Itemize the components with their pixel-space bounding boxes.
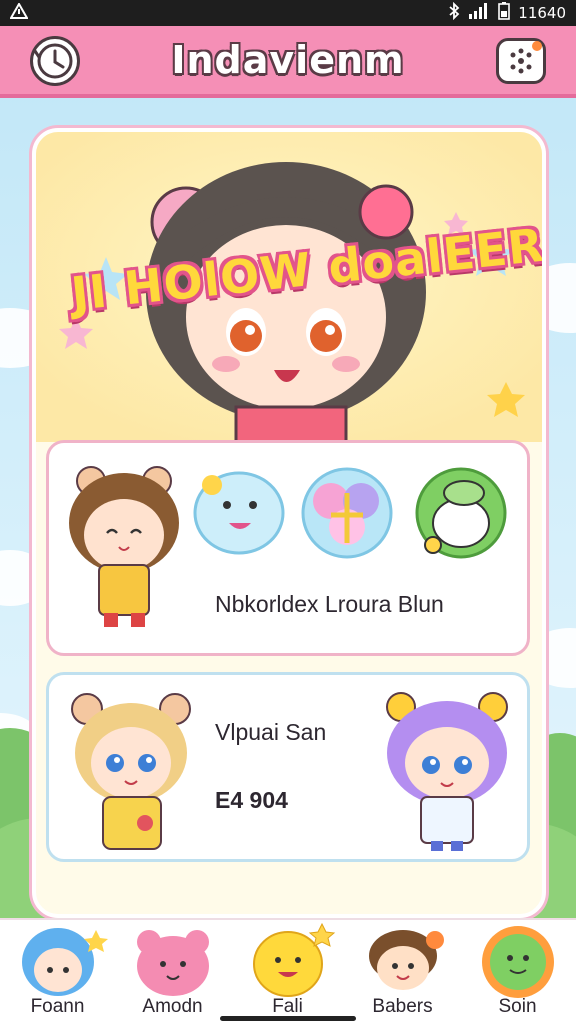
nav-label: Amodn [142, 996, 203, 1017]
nav-item-fali[interactable]: Fali [230, 920, 345, 1026]
profile-illustrations [71, 692, 508, 851]
yellow-smiley-icon [253, 922, 336, 997]
green-face-icon [482, 926, 554, 998]
flower-icon [301, 467, 393, 559]
nav-label: Babers [372, 996, 433, 1017]
warning-icon [9, 1, 29, 23]
blue-character-icon [22, 928, 108, 996]
app-title: Indavienm [171, 38, 405, 82]
chat-bubble-icon [193, 471, 285, 555]
settings-button[interactable] [496, 38, 546, 84]
nav-item-amodn[interactable]: Amodn [115, 920, 230, 1026]
purple-character-avatar [386, 692, 508, 851]
green-monster-icon [415, 467, 507, 559]
pink-bear-icon [137, 930, 209, 996]
nav-label: Soin [498, 996, 537, 1017]
blonde-character-avatar [71, 693, 191, 850]
status-time: 11640 [518, 4, 566, 22]
status-bar: 11640 [0, 0, 576, 26]
home-indicator[interactable] [220, 1016, 356, 1021]
nav-label: Fali [272, 996, 303, 1017]
profile-code: E4 904 [215, 787, 288, 813]
profile-name: Vlpuai San [215, 719, 327, 745]
panel-illustrations [69, 466, 507, 627]
nav-item-foann[interactable]: Foann [0, 920, 115, 1026]
bottom-nav: Foann Amodn Fali Babers Soin [0, 918, 576, 1026]
feature-panel[interactable]: Nbkorldex Lroura Blun [46, 440, 530, 656]
app-bar: Indavienm [0, 26, 576, 98]
profile-panel[interactable]: Vlpuai San E4 904 [46, 672, 530, 862]
signal-icon [468, 3, 490, 23]
nav-item-soin[interactable]: Soin [460, 920, 575, 1026]
dots-icon [510, 41, 542, 74]
nav-item-babers[interactable]: Babers [345, 920, 460, 1026]
panel-caption: Nbkorldex Lroura Blun [215, 591, 444, 617]
character-avatar [69, 466, 179, 627]
battery-icon [498, 2, 511, 24]
brown-character-icon [369, 930, 444, 990]
nav-label: Foann [30, 996, 85, 1017]
bluetooth-icon [448, 1, 460, 24]
